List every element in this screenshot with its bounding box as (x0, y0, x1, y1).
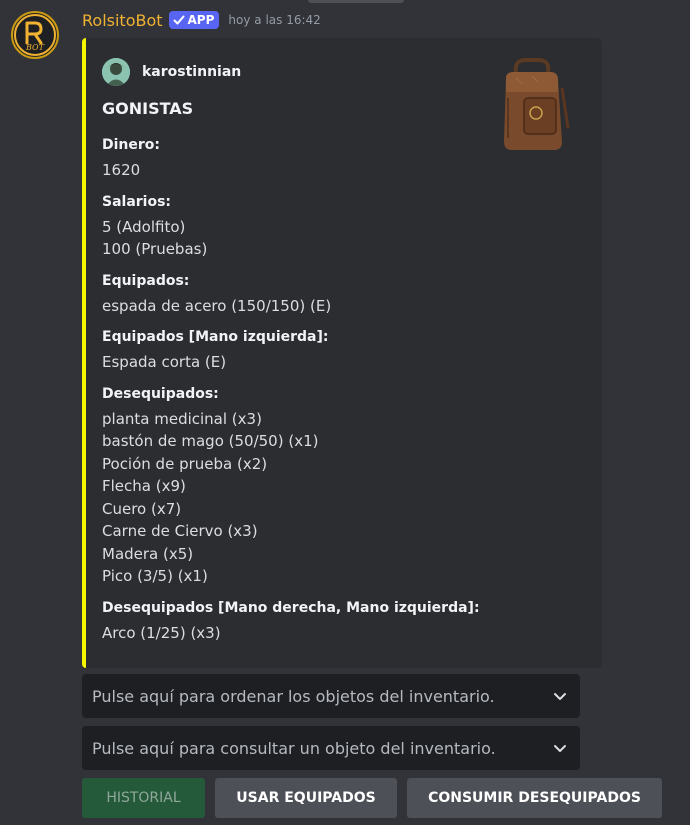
chevron-down-icon (554, 745, 566, 752)
field-value: Poción de prueba (x2) (102, 454, 268, 473)
field-value: planta medicinal (x3) (102, 409, 262, 428)
field-value: Flecha (x9) (102, 477, 186, 495)
field-value: 1620 (102, 161, 141, 179)
field-value: bastón de mago (50/50) (x1) (102, 432, 319, 450)
field-name: Equipados [Mano izquierda]: (102, 329, 329, 345)
author-avatar[interactable] (102, 58, 130, 86)
consult-item-select[interactable]: Pulse aquí para consultar un objeto del … (82, 726, 580, 770)
field-name: Salarios: (102, 193, 172, 210)
field-name: Desequipados: (102, 385, 219, 402)
backpack-icon (504, 58, 570, 150)
field-value: Espada corta (E) (102, 353, 227, 371)
field-name: Desequipados [Mano derecha, Mano izquier… (102, 599, 480, 616)
author-avatar-image (102, 58, 130, 86)
app-badge: APP (168, 11, 220, 29)
field-value: Madera (x5) (102, 544, 194, 563)
select-placeholder: Pulse aquí para ordenar los objetos del … (92, 686, 495, 706)
embed-title: GONISTAS (102, 99, 194, 118)
usar-equipados-button[interactable]: USAR EQUIPADOS (215, 778, 397, 818)
svg-text:BOT: BOT (25, 43, 45, 52)
field-desequipados: Desequipados: planta medicinal (x3) bast… (102, 384, 492, 588)
field-name: Equipados: (102, 272, 190, 289)
field-value: Cuero (x7) (102, 499, 182, 518)
field-value: espada de acero (150/150) (E) (102, 296, 332, 315)
message-header: RolsitoBot APP hoy a las 16:42 (82, 9, 321, 31)
field-equipados-mano-izquierda: Equipados [Mano izquierda]: Espada corta… (102, 327, 492, 374)
bot-avatar[interactable]: BOT (11, 11, 59, 59)
consumir-desequipados-button[interactable]: CONSUMIR DESEQUIPADOS (407, 778, 662, 818)
field-salarios: Salarios: 5 (Adolfito) 100 (Pruebas) (102, 192, 492, 261)
field-equipados: Equipados: espada de acero (150/150) (E) (102, 271, 492, 318)
historial-button[interactable]: HISTORIAL (82, 778, 205, 818)
rolsitobot-logo-icon: BOT (14, 14, 56, 56)
field-value: 100 (Pruebas) (102, 240, 208, 258)
embed-fields: Dinero: 1620 Salarios: 5 (Adolfito) 100 … (102, 135, 492, 654)
check-icon (173, 15, 185, 25)
embed-thumbnail[interactable] (492, 58, 572, 154)
bot-name[interactable]: RolsitoBot (82, 11, 163, 30)
field-value: Arco (1/25) (x3) (102, 623, 221, 642)
field-desequipados-ambas-manos: Desequipados [Mano derecha, Mano izquier… (102, 598, 492, 645)
timestamp: hoy a las 16:42 (228, 13, 321, 27)
field-value: 5 (Adolfito) (102, 217, 186, 236)
sort-inventory-select[interactable]: Pulse aquí para ordenar los objetos del … (82, 674, 580, 718)
field-name: Dinero: (102, 137, 161, 153)
author-name[interactable]: karostinnian (142, 64, 241, 80)
embed-author: karostinnian (102, 58, 241, 86)
app-badge-label: APP (187, 13, 215, 27)
field-value: Carne de Ciervo (x3) (102, 522, 258, 540)
chevron-down-icon (554, 693, 566, 700)
scroll-indicator (308, 0, 404, 3)
field-value: Pico (3/5) (x1) (102, 567, 208, 585)
inventory-embed: karostinnian GONISTAS Dinero: 1620 Salar… (82, 38, 602, 668)
select-placeholder: Pulse aquí para consultar un objeto del … (92, 738, 496, 758)
field-dinero: Dinero: 1620 (102, 135, 492, 182)
